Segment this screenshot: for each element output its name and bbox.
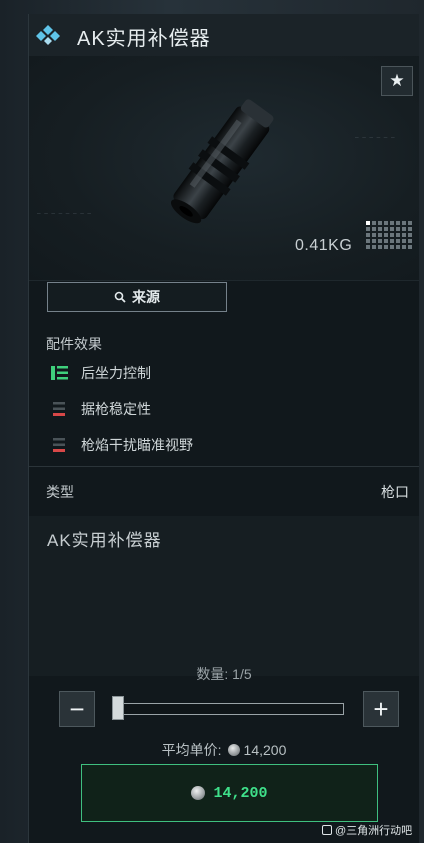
item-title: AK实用补偿器 — [77, 28, 211, 50]
divider — [29, 466, 419, 467]
item-detail-panel: AK实用补偿器 _ _ _ _ _ _ _ _ _ _ _ _ _ _ ★ 0.… — [28, 14, 419, 843]
effect-label: 后坐力控制 — [81, 365, 151, 381]
quantity-label: 数量: 1/5 — [196, 666, 252, 682]
description-text: AK实用补偿器 — [47, 531, 162, 550]
faint-label-left: _ _ _ _ _ _ _ _ — [37, 208, 92, 215]
favorite-button[interactable]: ★ — [381, 66, 413, 96]
effect-item-stability: 据枪稳定性 — [51, 398, 151, 420]
item-image-area: _ _ _ _ _ _ _ _ _ _ _ _ _ _ — [29, 56, 419, 281]
effect-label: 枪焰干扰瞄准视野 — [81, 437, 193, 453]
bars-up-icon — [51, 366, 68, 380]
star-icon: ★ — [389, 71, 405, 90]
item-weight: 0.41KG — [295, 237, 353, 254]
increase-button[interactable]: + — [363, 691, 399, 727]
watermark-text: @三角洲行动吧 — [335, 825, 413, 837]
faint-label-right: _ _ _ _ _ _ — [355, 132, 395, 139]
average-price-row: 平均单价: 14,200 — [29, 740, 419, 760]
buy-button[interactable]: 14,200 — [81, 764, 378, 822]
search-icon — [114, 291, 126, 303]
decrease-button[interactable]: − — [59, 691, 95, 727]
effect-label: 据枪稳定性 — [81, 401, 151, 417]
quantity-slider[interactable] — [113, 703, 344, 715]
bars-down-icon — [53, 402, 65, 416]
average-price-value: 14,200 — [243, 742, 287, 758]
source-button[interactable]: 来源 — [47, 282, 227, 312]
weibo-logo-icon — [322, 825, 332, 835]
diamond-logo-icon — [36, 25, 60, 45]
source-button-label: 来源 — [132, 289, 160, 305]
watermark: @三角洲行动吧 — [322, 822, 412, 838]
total-price: 14,200 — [213, 784, 268, 802]
title-bar: AK实用补偿器 — [29, 14, 419, 57]
coin-icon — [227, 744, 240, 756]
type-value: 枪口 — [381, 484, 409, 500]
coin-icon — [191, 786, 206, 800]
effect-item-muzzle-flash: 枪焰干扰瞄准视野 — [51, 434, 193, 456]
item-size-grid-icon — [366, 221, 412, 249]
type-label: 类型 — [46, 484, 74, 500]
bars-down-icon — [53, 438, 65, 452]
average-price-label: 平均单价: — [161, 742, 222, 758]
plus-icon: + — [373, 694, 389, 724]
effect-item-recoil: 后坐力控制 — [51, 362, 151, 384]
quantity-slider-thumb[interactable] — [112, 696, 124, 720]
minus-icon: − — [69, 694, 85, 724]
effects-title: 配件效果 — [46, 336, 102, 352]
muzzle-compensator-image — [170, 99, 274, 224]
